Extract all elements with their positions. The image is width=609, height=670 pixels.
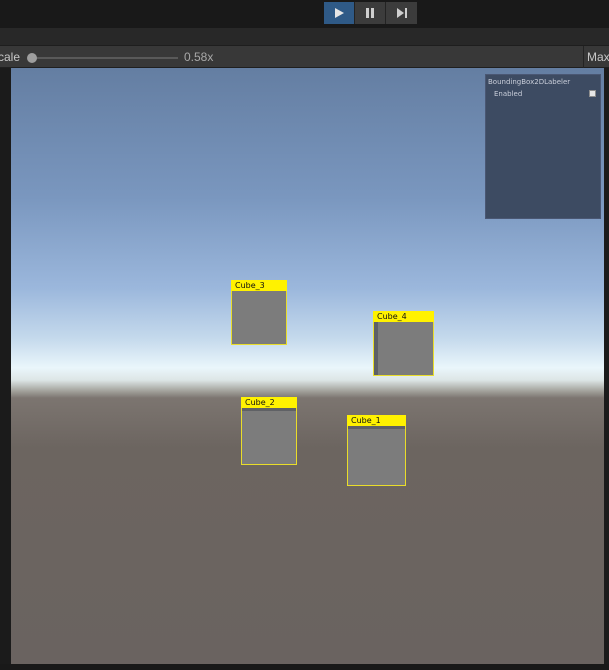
right-panel-edge (604, 68, 609, 670)
cube-bounding-box: Cube_1 (347, 415, 406, 486)
labeler-panel-title: BoundingBox2DLabeler (488, 78, 571, 86)
cube-bounding-box: Cube_2 (241, 397, 297, 465)
play-icon (335, 8, 344, 18)
labeler-overlay-panel: BoundingBox2DLabeler Enabled (485, 74, 601, 219)
scale-slider-track[interactable] (32, 57, 178, 59)
cube-bounding-box: Cube_4 (373, 311, 434, 376)
bounding-box-label: Cube_4 (373, 311, 434, 322)
bounding-box-label: Cube_1 (347, 415, 406, 426)
play-button[interactable] (324, 2, 355, 24)
bounding-box-label: Cube_2 (241, 397, 297, 408)
game-viewport[interactable]: BoundingBox2DLabeler Enabled Cube_3 Cube… (11, 68, 604, 664)
bounding-box-label: Cube_3 (231, 280, 287, 291)
labeler-enabled-checkbox[interactable] (589, 90, 596, 97)
playmode-controls (324, 2, 417, 24)
tab-strip (0, 28, 609, 46)
top-toolbar (0, 0, 609, 28)
step-button[interactable] (386, 2, 417, 24)
cube-shade (242, 408, 296, 411)
toolbar-divider (583, 46, 584, 68)
cube-shade (374, 322, 378, 375)
cube-shade (348, 426, 405, 429)
maximize-toggle[interactable]: Max (587, 50, 609, 64)
labeler-enabled-label: Enabled (494, 90, 523, 98)
scale-label: cale (0, 50, 21, 64)
bottom-edge (0, 664, 609, 670)
pause-button[interactable] (355, 2, 386, 24)
scale-value: 0.58x (184, 50, 214, 64)
cube-bounding-box: Cube_3 (231, 280, 287, 345)
pause-icon (366, 8, 374, 18)
step-icon (396, 8, 407, 18)
scale-slider-thumb[interactable] (27, 53, 37, 63)
left-panel-edge (0, 68, 11, 670)
game-view-toolbar: cale 0.58x Max (0, 46, 609, 68)
